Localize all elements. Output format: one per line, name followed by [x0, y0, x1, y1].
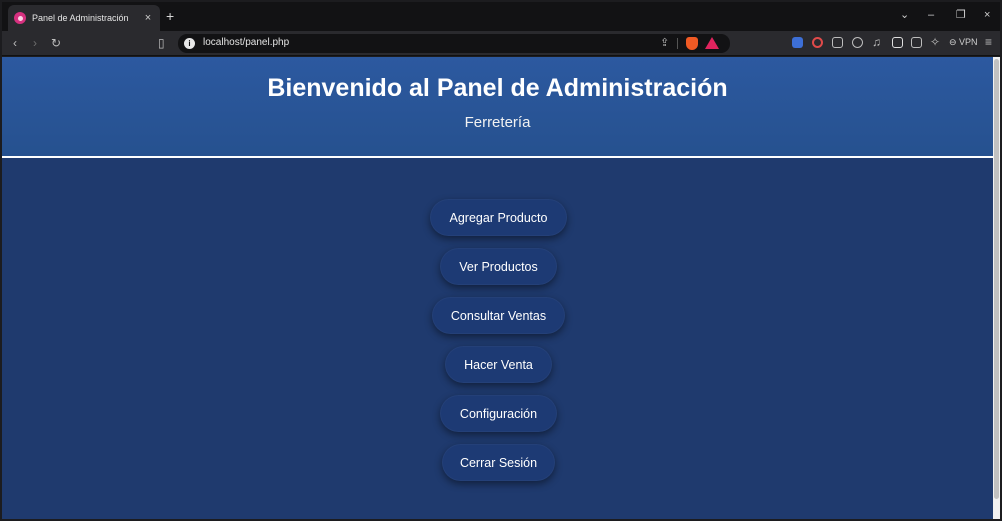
media-icon[interactable]: ♫	[872, 35, 881, 49]
scrollbar-thumb[interactable]	[994, 59, 999, 499]
scrollbar[interactable]	[993, 57, 1000, 519]
page-title: Bienvenido al Panel de Administración	[267, 74, 728, 102]
tab-search-icon[interactable]: ⌄	[900, 9, 909, 21]
share-icon[interactable]: ⇪	[660, 36, 669, 49]
forward-icon[interactable]: ›	[33, 36, 37, 50]
vpn-button[interactable]: ⊖ VPN	[949, 37, 978, 48]
brave-rewards-icon[interactable]	[705, 37, 719, 49]
browser-toolbar: ‹ › ↻ ▯ i localhost/panel.php ⇪ ♫ ✧ ⊖ VP…	[2, 31, 1000, 56]
sidebar-icon[interactable]	[892, 37, 903, 48]
close-window-button[interactable]: ×	[984, 9, 990, 21]
minimize-button[interactable]: –	[928, 9, 934, 21]
translate-extension-icon[interactable]	[792, 37, 803, 48]
close-tab-icon[interactable]: ×	[142, 12, 154, 24]
logout-button[interactable]: Cerrar Sesión	[442, 444, 555, 481]
divider	[677, 38, 678, 49]
site-info-icon[interactable]: i	[184, 38, 195, 49]
browser-tab[interactable]: Panel de Administración ×	[8, 5, 160, 31]
wallet-icon[interactable]	[911, 37, 922, 48]
restore-button[interactable]: ❐	[956, 9, 966, 21]
leo-ai-icon[interactable]	[852, 37, 863, 48]
make-sale-button[interactable]: Hacer Venta	[445, 346, 552, 383]
view-sales-button[interactable]: Consultar Ventas	[432, 297, 565, 334]
tab-strip: Panel de Administración × + ⌄ – ❐ ×	[2, 2, 1000, 31]
vpn-label: VPN	[959, 37, 978, 47]
record-extension-icon[interactable]	[812, 37, 823, 48]
extensions-icon[interactable]	[832, 37, 843, 48]
page-header: Bienvenido al Panel de Administración Fe…	[2, 57, 993, 158]
puzzle-icon[interactable]: ✧	[930, 35, 940, 49]
reload-icon[interactable]: ↻	[51, 36, 61, 50]
brave-shield-icon[interactable]	[686, 37, 698, 50]
back-icon[interactable]: ‹	[13, 36, 17, 50]
url-text[interactable]: localhost/panel.php	[203, 37, 289, 48]
settings-button[interactable]: Configuración	[440, 395, 557, 432]
address-bar[interactable]: i localhost/panel.php ⇪	[178, 34, 730, 53]
tab-title: Panel de Administración	[32, 13, 129, 23]
bookmark-icon[interactable]: ▯	[158, 36, 165, 50]
page-subtitle: Ferretería	[464, 114, 531, 131]
view-products-button[interactable]: Ver Productos	[440, 248, 557, 285]
menu-icon[interactable]: ≡	[985, 35, 992, 49]
page-content: Bienvenido al Panel de Administración Fe…	[2, 57, 993, 519]
new-tab-button[interactable]: +	[166, 9, 174, 23]
add-product-button[interactable]: Agregar Producto	[430, 199, 567, 236]
favicon-icon	[14, 12, 26, 24]
